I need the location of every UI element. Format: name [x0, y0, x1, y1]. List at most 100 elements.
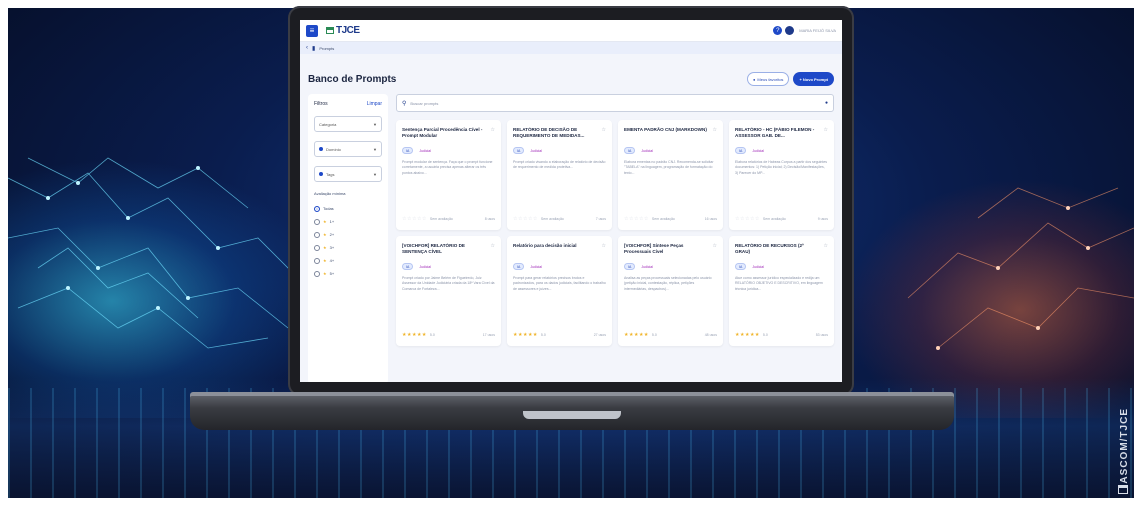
rating-text: Sem avaliação: [429, 217, 453, 221]
court-logo-icon: [1118, 485, 1128, 494]
ai-chip: IA: [513, 147, 525, 154]
favorite-icon[interactable]: ☆: [713, 243, 717, 249]
star-icon: ★: [323, 219, 327, 224]
new-prompt-button[interactable]: + Novo Prompt: [793, 72, 834, 86]
rating-option-1[interactable]: ★ 1+: [314, 215, 382, 228]
rating-stars-icon: ★★★★★: [735, 332, 760, 338]
radio-icon: [314, 270, 320, 277]
usage-count: 48 usos: [704, 333, 717, 337]
rating-text: Sem avaliação: [651, 217, 675, 221]
star-icon: ★: [323, 271, 327, 276]
ai-chip: IA: [735, 263, 747, 270]
prompt-card[interactable]: RELATÓRIO DE RECURSOS (2º GRAU) ☆ IA Judi…: [729, 236, 834, 346]
card-title: RELATÓRIO DE DECISÃO DE REQUERIMENTO DE …: [513, 127, 585, 139]
folder-icon: ▮: [312, 45, 316, 52]
card-title: Sentença Parcial Procedência Cível - Pro…: [402, 127, 483, 139]
rating-option-4[interactable]: ★ 4+: [314, 254, 382, 267]
card-description: Atue como assessor jurídico especializad…: [735, 276, 823, 291]
favorite-icon[interactable]: ☆: [824, 243, 828, 249]
rating-option-3[interactable]: ★ 3+: [314, 241, 382, 254]
favorite-icon[interactable]: ☆: [491, 243, 495, 249]
rating-stars-icon: ☆☆☆☆☆: [402, 216, 427, 222]
radio-selected-icon: [314, 205, 320, 212]
avatar[interactable]: [785, 26, 795, 35]
card-description: Prompt criado visando a elaboração de re…: [513, 160, 606, 170]
help-icon[interactable]: ?: [773, 26, 783, 35]
domain-chip: Judicial: [752, 264, 764, 269]
rating-stars-icon: ★★★★★: [513, 332, 538, 338]
rating-text: Sem avaliação: [540, 217, 564, 221]
ai-chip: IA: [735, 147, 747, 154]
usage-count: 17 usos: [482, 333, 495, 337]
star-icon: ★: [323, 258, 327, 263]
filter-toggle-icon[interactable]: ●: [825, 100, 828, 106]
card-title: EMENTA PADRÃO CNJ (MARKDOWN): [624, 127, 707, 132]
domain-chip: Judicial: [752, 148, 764, 153]
card-description: Elabora ementas no padrão CNJ. Recomenda…: [624, 160, 714, 175]
back-arrow-icon[interactable]: ‹: [306, 45, 308, 51]
domain-icon: [319, 147, 323, 151]
favorite-icon[interactable]: ☆: [824, 127, 828, 133]
prompt-card[interactable]: RELATÓRIO DE DECISÃO DE REQUERIMENTO DE …: [507, 120, 612, 230]
domain-chip: Judicial: [419, 264, 431, 269]
page-header: Banco de Prompts ● Meus favoritos + Novo …: [300, 54, 842, 94]
prompt-card[interactable]: Sentença Parcial Procedência Cível - Pro…: [396, 120, 501, 230]
prompt-cards-grid: Sentença Parcial Procedência Cível - Pro…: [396, 120, 834, 346]
app-logo[interactable]: TJCE: [326, 25, 360, 36]
search-input[interactable]: ⚲ Buscar prompts ●: [396, 94, 834, 112]
rating-option-2[interactable]: ★ 2+: [314, 228, 382, 241]
rating-option-5[interactable]: ★ 5+: [314, 267, 382, 280]
usage-count: 7 usos: [595, 217, 606, 221]
rating-stars-icon: ★★★★★: [402, 332, 427, 338]
tags-select[interactable]: Tags ▼: [314, 166, 382, 182]
rating-stars-icon: ☆☆☆☆☆: [624, 216, 649, 222]
filters-panel: Filtros Limpar Categoria ▼ Domínio ▼ Tags ▼…: [308, 94, 388, 382]
rating-option-all[interactable]: Todas: [314, 202, 382, 215]
radio-icon: [314, 244, 320, 251]
card-title: [VOICHFOR] Síntese Peças Processuais Cív…: [624, 243, 684, 255]
rating-stars-icon: ★★★★★: [624, 332, 649, 338]
user-name: MARIA FEIJÓ SILVA: [799, 28, 836, 33]
laptop-screen: ≡ TJCE ? MARIA FEIJÓ SILVA ‹ ▮ Prompts B…: [300, 20, 842, 382]
usage-count: 53 usos: [815, 333, 828, 337]
card-description: Analisa as peças processuais selecionada…: [624, 276, 712, 291]
favorite-icon[interactable]: ☆: [491, 127, 495, 133]
rating-text: 5.0: [540, 333, 546, 337]
filters-header: Filtros Limpar: [314, 101, 382, 107]
card-description: Prompt modular de sentença. Faça que o p…: [402, 160, 493, 175]
chevron-down-icon: ▼: [373, 171, 377, 177]
prompt-card[interactable]: EMENTA PADRÃO CNJ (MARKDOWN) ☆ IA Judicia…: [618, 120, 723, 230]
favorite-icon[interactable]: ☆: [713, 127, 717, 133]
ai-chip: IA: [624, 147, 636, 154]
usage-count: 16 usos: [704, 217, 717, 221]
domain-select[interactable]: Domínio ▼: [314, 141, 382, 157]
ai-chip: IA: [624, 263, 636, 270]
rating-text: Sem avaliação: [762, 217, 786, 221]
ai-chip: IA: [402, 263, 414, 270]
prompt-card[interactable]: [VOICHFOR] RELATÓRIO DE SENTENÇA CÍVEL ☆…: [396, 236, 501, 346]
category-select[interactable]: Categoria ▼: [314, 116, 382, 132]
header-actions: ● Meus favoritos + Novo Prompt: [747, 72, 834, 86]
my-favorites-button[interactable]: ● Meus favoritos: [747, 72, 790, 86]
domain-chip: Judicial: [641, 264, 653, 269]
card-title: [VOICHFOR] RELATÓRIO DE SENTENÇA CÍVEL: [402, 243, 465, 255]
prompt-card[interactable]: RELATÓRIO - HC (FÁBIO FILEMON - ASSESSOR…: [729, 120, 834, 230]
laptop-notch: [523, 411, 621, 419]
rating-text: 5.0: [762, 333, 768, 337]
rating-text: 5.0: [429, 333, 435, 337]
chevron-down-icon: ▼: [373, 121, 377, 127]
rating-stars-icon: ☆☆☆☆☆: [513, 216, 538, 222]
breadcrumb-item-prompts[interactable]: Prompts: [319, 46, 334, 51]
heart-icon: ●: [753, 76, 756, 82]
rating-text: 5.0: [651, 333, 657, 337]
favorite-icon[interactable]: ☆: [602, 243, 606, 249]
favorite-icon[interactable]: ☆: [602, 127, 606, 133]
prompt-card[interactable]: Relatório para decisão inicial ☆ IA Judic…: [507, 236, 612, 346]
menu-button[interactable]: ≡: [306, 24, 318, 37]
clear-filters-link[interactable]: Limpar: [367, 101, 382, 107]
prompt-card[interactable]: [VOICHFOR] Síntese Peças Processuais Cív…: [618, 236, 723, 346]
rating-filter-label: Avaliação mínima: [314, 191, 346, 196]
breadcrumb: ‹ ▮ Prompts: [300, 42, 842, 54]
photo-credit: ASCOM/TJCE: [1119, 408, 1130, 484]
card-description: Elabora relatórios de Habeas Corpus a pa…: [735, 160, 828, 175]
